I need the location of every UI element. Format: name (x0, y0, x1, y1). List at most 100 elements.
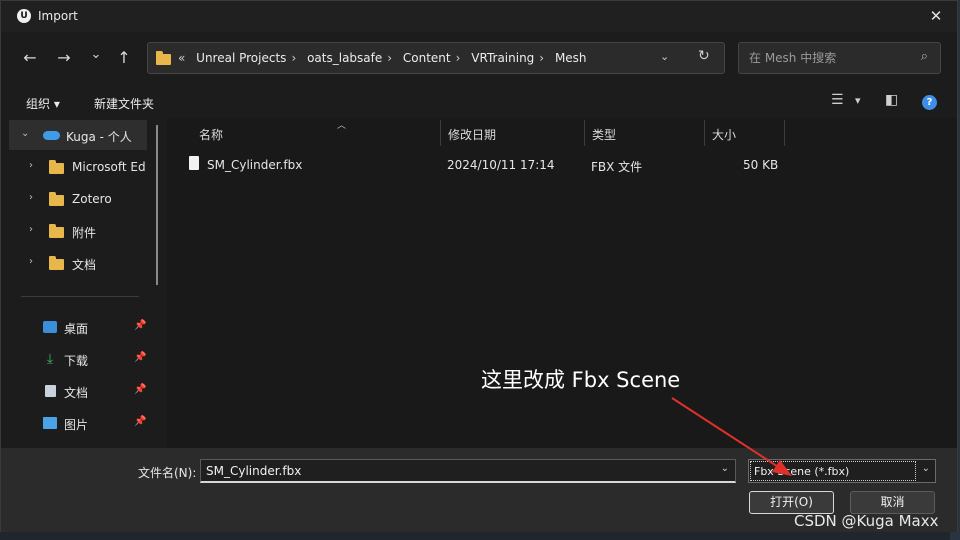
open-button[interactable]: 打开(O) (749, 491, 834, 514)
sidebar-item-label: Kuga - 个人 (66, 130, 132, 144)
breadcrumb-item[interactable]: Content (403, 51, 451, 65)
filename-input[interactable] (204, 463, 708, 479)
navigation-pane: ⌄ Kuga - 个人 › Microsoft Ed › Zotero › 附件… (9, 118, 164, 448)
file-name: SM_Cylinder.fbx (207, 158, 303, 172)
sidebar-item-label: 桌面 (64, 322, 89, 336)
sidebar-item-attachments[interactable]: › 附件 (9, 216, 164, 246)
refresh-icon[interactable]: ↻ (698, 48, 710, 64)
chevron-right-icon[interactable]: › (29, 224, 33, 235)
breadcrumb-item[interactable]: Unreal Projects (196, 51, 286, 65)
file-icon (189, 156, 199, 170)
chevron-down-icon[interactable]: ⌄ (21, 128, 29, 139)
title-bar: U Import ✕ (1, 1, 957, 32)
sidebar-item-microsoft-edge[interactable]: › Microsoft Ed (9, 152, 164, 182)
file-row[interactable]: SM_Cylinder.fbx 2024/10/11 17:14 FBX 文件 … (183, 152, 783, 178)
unreal-logo-icon: U (17, 9, 31, 23)
filename-label: 文件名(N): (138, 466, 197, 480)
column-header-date[interactable]: 修改日期 (440, 118, 584, 148)
chevron-right-icon[interactable]: › (29, 160, 33, 171)
search-input[interactable] (747, 50, 911, 66)
breadcrumb: « Unreal Projects › oats_labsafe › Content… (178, 51, 592, 65)
chevron-right-icon[interactable]: › (29, 192, 33, 203)
sort-ascending-icon: ︿ (337, 121, 347, 131)
window-title: Import (38, 9, 78, 23)
sidebar-item-label: 文档 (64, 386, 89, 400)
filename-combobox[interactable]: ⌄ (200, 459, 736, 483)
column-divider[interactable] (784, 120, 785, 146)
breadcrumb-separator-icon[interactable]: › (456, 51, 461, 65)
cancel-button[interactable]: 取消 (850, 491, 935, 514)
address-dropdown-icon[interactable]: ⌄ (660, 50, 669, 63)
pin-icon[interactable]: 📌 (134, 384, 146, 395)
file-size: 50 KB (743, 158, 779, 172)
breadcrumb-overflow-icon[interactable]: « (178, 51, 185, 65)
onedrive-cloud-icon (43, 131, 60, 140)
folder-icon (156, 51, 171, 65)
sidebar-item-label: 下载 (64, 354, 89, 368)
up-arrow-icon[interactable]: ↑ (113, 47, 135, 69)
sidebar-item-label: 文档 (72, 258, 97, 272)
file-date: 2024/10/11 17:14 (447, 158, 555, 172)
sidebar-item-desktop[interactable]: 桌面 📌 (9, 312, 164, 342)
sidebar-item-downloads[interactable]: ⤓ 下载 📌 (9, 344, 164, 374)
folder-icon (49, 256, 64, 270)
breadcrumb-item[interactable]: VRTraining (471, 51, 534, 65)
import-dialog: U Import ✕ ← → ⌄ ↑ « Unreal Projects › oa… (0, 0, 958, 532)
address-bar[interactable]: « Unreal Projects › oats_labsafe › Content… (147, 42, 725, 74)
breadcrumb-separator-icon[interactable]: › (539, 51, 544, 65)
recent-locations-chevron-icon[interactable]: ⌄ (85, 44, 107, 66)
organize-button[interactable]: 组织 ▾ (26, 95, 60, 112)
folder-icon (49, 192, 64, 206)
sidebar-item-label: Microsoft Ed (72, 160, 146, 174)
sidebar-item-zotero[interactable]: › Zotero (9, 184, 164, 214)
breadcrumb-item[interactable]: oats_labsafe (307, 51, 382, 65)
back-arrow-icon[interactable]: ← (19, 47, 41, 69)
new-folder-button[interactable]: 新建文件夹 (94, 95, 154, 112)
column-header-label: 修改日期 (448, 128, 497, 142)
chevron-right-icon[interactable]: › (29, 256, 33, 267)
file-type: FBX 文件 (591, 160, 643, 174)
sidebar-item-label: Zotero (72, 192, 112, 206)
breadcrumb-item[interactable]: Mesh (555, 51, 587, 65)
column-header-label: 类型 (592, 128, 617, 142)
column-header-type[interactable]: 类型 (584, 118, 704, 148)
pin-icon[interactable]: 📌 (134, 416, 146, 427)
desktop-icon (43, 321, 57, 333)
annotation-text: 这里改成 Fbx Scene (481, 368, 681, 392)
file-list: 名称 ︿ 修改日期 类型 大小 SM_Cylinder.fbx 2024/10/… (167, 118, 957, 448)
sidebar-item-documents[interactable]: 文档 📌 (9, 376, 164, 406)
breadcrumb-separator-icon[interactable]: › (387, 51, 392, 65)
folder-icon (49, 160, 64, 174)
close-button[interactable]: ✕ (925, 5, 947, 27)
download-icon: ⤓ (46, 351, 54, 367)
watermark: CSDN @Kuga Maxx (794, 512, 939, 530)
sidebar-scrollbar[interactable] (156, 125, 158, 285)
sidebar-divider (21, 296, 139, 297)
sidebar-item-label: 图片 (64, 418, 89, 432)
chevron-down-icon[interactable]: ⌄ (922, 463, 930, 474)
breadcrumb-separator-icon[interactable]: › (291, 51, 296, 65)
search-icon[interactable]: ⌕ (921, 49, 928, 64)
annotation-arrow-line (671, 397, 787, 473)
column-header-size[interactable]: 大小 (704, 118, 784, 148)
annotation-arrow-icon (671, 397, 792, 476)
view-dropdown-icon[interactable]: ▾ (855, 94, 861, 107)
preview-pane-icon[interactable]: ◧ (885, 92, 898, 108)
pin-icon[interactable]: 📌 (134, 320, 146, 331)
sidebar-item-documents-folder[interactable]: › 文档 (9, 248, 164, 278)
command-bar: 组织 ▾ 新建文件夹 ☰ ▾ ◧ ? (1, 86, 957, 118)
help-icon[interactable]: ? (922, 95, 937, 110)
sidebar-item-pictures[interactable]: 图片 📌 (9, 408, 164, 438)
sidebar-item-label: 附件 (72, 226, 97, 240)
forward-arrow-icon[interactable]: → (53, 47, 75, 69)
column-header-label: 大小 (712, 128, 737, 142)
column-header-name[interactable]: 名称 ︿ (191, 118, 441, 148)
search-box[interactable]: ⌕ (738, 42, 941, 74)
navigation-bar: ← → ⌄ ↑ « Unreal Projects › oats_labsafe ›… (1, 34, 957, 84)
document-icon (45, 385, 56, 397)
column-header-label: 名称 (199, 128, 224, 142)
pin-icon[interactable]: 📌 (134, 352, 146, 363)
view-options-icon[interactable]: ☰ (831, 92, 844, 108)
annotation-arrow-head (772, 460, 792, 476)
sidebar-item-onedrive[interactable]: ⌄ Kuga - 个人 (9, 120, 147, 150)
